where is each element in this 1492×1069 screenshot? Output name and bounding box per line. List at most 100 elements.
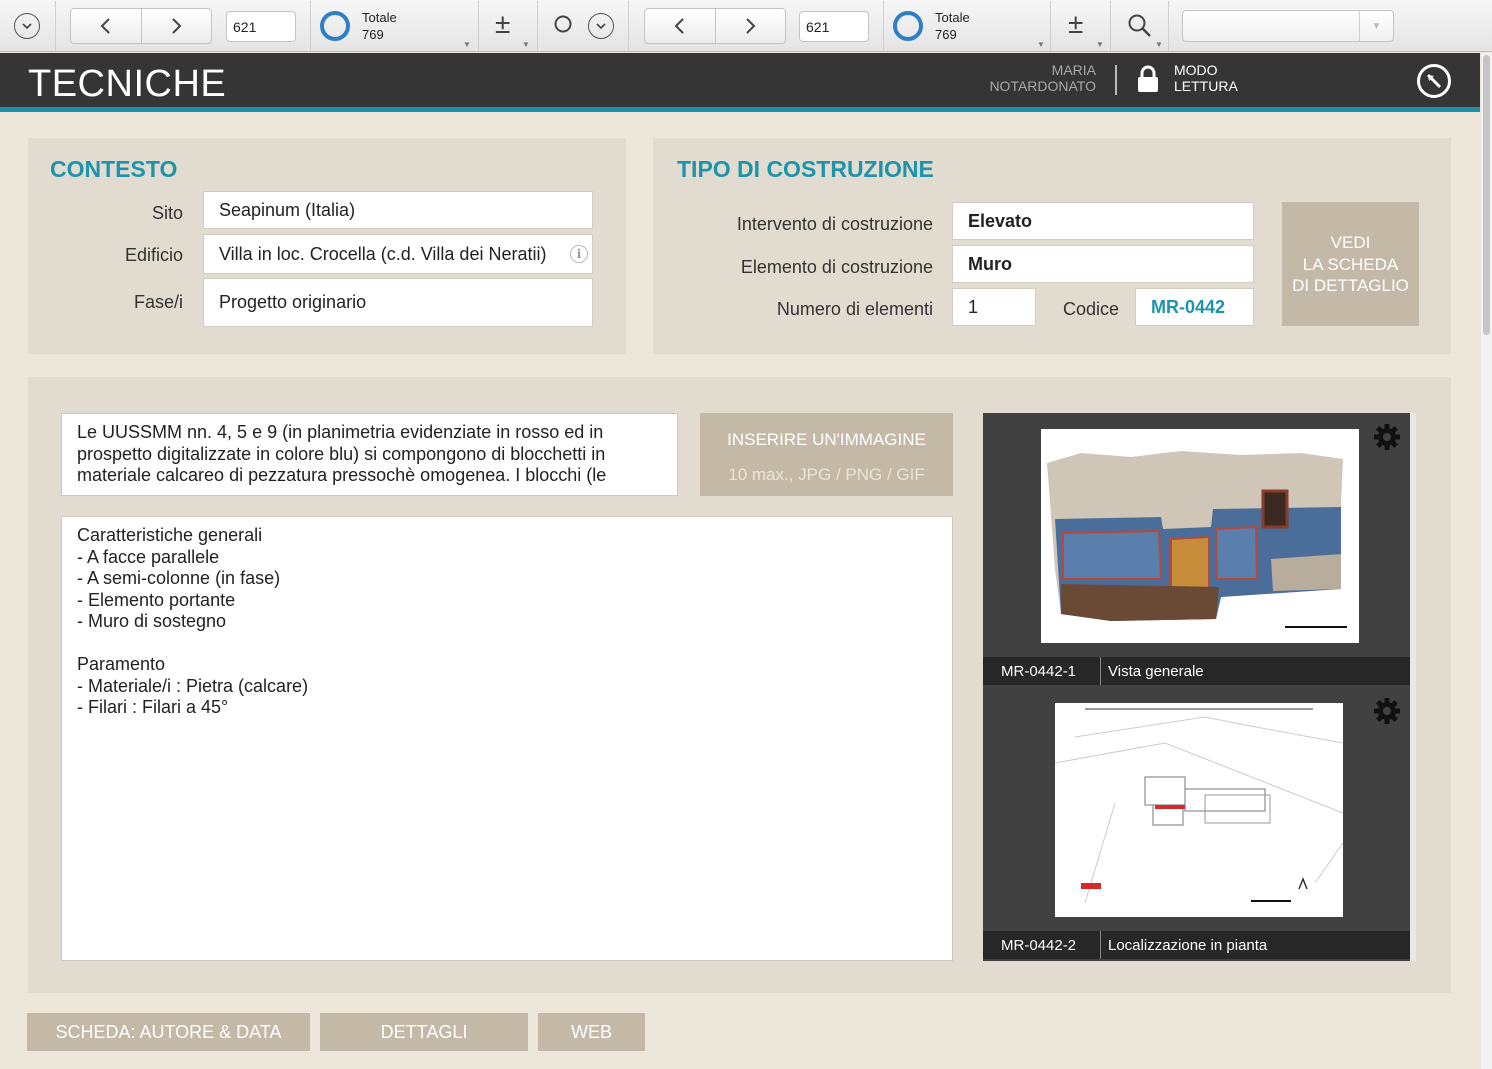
- caption-divider: [1100, 657, 1101, 685]
- image-caption-text: Localizzazione in pianta: [1108, 937, 1268, 954]
- caratteristiche-line: - A facce parallele: [77, 546, 220, 567]
- detail-button-line3: DI DETTAGLIO: [1292, 276, 1409, 295]
- elemento-field[interactable]: Muro: [952, 245, 1254, 283]
- numero-elementi-label: Numero di elementi: [776, 299, 933, 319]
- mode-line2: LETTURA: [1174, 78, 1238, 94]
- edificio-field[interactable]: Villa in loc. Crocella (c.d. Villa dei N…: [203, 234, 593, 274]
- descrizione-textarea[interactable]: Le UUSSMM nn. 4, 5 e 9 (in planimetria e…: [61, 413, 678, 496]
- sito-field[interactable]: Seapinum (Italia): [203, 191, 593, 229]
- next-record-button[interactable]: [140, 9, 212, 43]
- toolbar-divider: [310, 1, 311, 51]
- numero-elementi-field[interactable]: 1: [952, 288, 1036, 326]
- dropdown-arrow-icon[interactable]: ▼: [1155, 40, 1163, 49]
- contesto-title: CONTESTO: [50, 156, 178, 182]
- edificio-label: Edificio: [124, 245, 183, 265]
- intervento-field[interactable]: Elevato: [952, 202, 1254, 240]
- gear-icon[interactable]: [1372, 696, 1402, 726]
- page-scrollbar[interactable]: [1481, 53, 1492, 1069]
- scrollbar-thumb[interactable]: [1483, 55, 1490, 335]
- prev-record-button[interactable]: [645, 9, 715, 43]
- menu-circle-icon[interactable]: [588, 13, 614, 39]
- elemento-label: Elemento di costruzione: [740, 257, 933, 277]
- toolbar-divider: [537, 1, 538, 51]
- tipo-costruzione-panel: TIPO DI COSTRUZIONE Intervento di costru…: [653, 138, 1451, 354]
- image-code: MR-0442-1: [1001, 663, 1077, 680]
- gear-icon[interactable]: [1372, 422, 1402, 452]
- total-value: 769: [935, 27, 957, 42]
- descrizione-line: materiale calcareo di pezzatura pressoch…: [77, 465, 607, 485]
- user-name: MARIA NOTARDONATO: [960, 62, 1096, 94]
- filter-dropdown[interactable]: ▼: [1182, 10, 1394, 42]
- codice-field[interactable]: MR-0442: [1135, 288, 1254, 326]
- total-label: Totale: [362, 10, 397, 25]
- plus-minus-icon[interactable]: ±: [495, 8, 510, 40]
- caratteristiche-line: - Elemento portante: [77, 589, 236, 610]
- chevron-right-icon: [172, 18, 182, 34]
- insert-image-button[interactable]: INSERIRE UN'IMMAGINE 10 max., JPG / PNG …: [700, 413, 953, 496]
- read-mode-toggle[interactable]: MODO LETTURA: [1174, 62, 1238, 94]
- gallery-scrollbar[interactable]: [1410, 413, 1416, 961]
- image-caption-text: Vista generale: [1108, 663, 1204, 680]
- descrizione-line: Le UUSSMM nn. 4, 5 e 9 (in planimetria e…: [77, 422, 604, 442]
- page-title: TECNICHE: [28, 63, 227, 105]
- total-value: 769: [362, 27, 384, 42]
- lock-icon[interactable]: [1137, 65, 1159, 93]
- descrizione-line: prospetto digitalizzate in colore blu) s…: [77, 443, 606, 464]
- caratteristiche-textarea[interactable]: Caratteristiche generali - A facce paral…: [61, 516, 953, 961]
- codice-label: Codice: [1062, 299, 1119, 319]
- mode-line1: MODO: [1174, 62, 1218, 78]
- dropdown-arrow-icon[interactable]: ▼: [1037, 40, 1045, 49]
- image-caption: MR-0442-1 Vista generale: [983, 657, 1410, 685]
- total-label: Totale: [935, 10, 970, 25]
- search-icon[interactable]: [1127, 13, 1153, 44]
- header-accent-stripe: [0, 107, 1480, 112]
- vedi-scheda-dettaglio-button[interactable]: VEDI LA SCHEDA DI DETTAGLIO: [1282, 202, 1419, 326]
- dropdown-arrow-icon[interactable]: ▼: [463, 40, 471, 49]
- chevron-right-icon: [746, 18, 756, 34]
- contesto-panel: CONTESTO Sito Seapinum (Italia) Edificio…: [28, 138, 626, 354]
- menu-circle-icon[interactable]: [14, 13, 40, 39]
- progress-ring-icon: [320, 11, 350, 41]
- fase-label: Fase/i: [133, 292, 183, 312]
- caratteristiche-line: [77, 633, 937, 655]
- toolbar: 621 Totale 769 ▼ ± ▼ 621 Totale 769 ▼ ± …: [0, 0, 1492, 52]
- compass-icon[interactable]: [1417, 64, 1451, 98]
- toolbar-divider: [628, 1, 629, 51]
- progress-ring-icon: [893, 11, 923, 41]
- info-icon[interactable]: i: [570, 245, 588, 263]
- toolbar-divider: [1168, 1, 1169, 51]
- record-number-field[interactable]: 621: [226, 11, 296, 42]
- dettagli-button[interactable]: DETTAGLI: [320, 1013, 528, 1051]
- wall-elevation-image[interactable]: [1041, 429, 1359, 643]
- toolbar-divider: [1050, 1, 1051, 51]
- next-record-button[interactable]: [714, 9, 786, 43]
- user-last-name: NOTARDONATO: [989, 78, 1096, 94]
- fase-field[interactable]: Progetto originario: [203, 278, 593, 327]
- caratteristiche-line: - Muro di sostegno: [77, 611, 227, 631]
- caratteristiche-line: - Materiale/i : Pietra (calcare): [77, 675, 309, 696]
- intervento-label: Intervento di costruzione: [736, 214, 933, 234]
- image-code: MR-0442-2: [1001, 937, 1077, 954]
- image-caption: MR-0442-2 Localizzazione in pianta: [983, 931, 1410, 959]
- toolbar-divider: [478, 1, 479, 51]
- chevron-down-icon[interactable]: ▼: [1359, 11, 1393, 41]
- search-icon[interactable]: [553, 14, 573, 38]
- dropdown-arrow-icon[interactable]: ▼: [1096, 40, 1104, 49]
- plus-minus-icon[interactable]: ±: [1068, 8, 1083, 40]
- toolbar-divider: [883, 1, 884, 51]
- prev-record-button[interactable]: [71, 9, 141, 43]
- dropdown-arrow-icon[interactable]: ▼: [522, 40, 530, 49]
- record-nav-left: [70, 8, 212, 44]
- image-gallery: MR-0442-1 Vista generale MR-0442-2 Local…: [983, 413, 1410, 961]
- site-plan-image[interactable]: [1054, 703, 1344, 917]
- detail-button-line1: VEDI: [1330, 233, 1371, 252]
- user-first-name: MARIA: [1051, 62, 1096, 78]
- scheda-autore-data-button[interactable]: SCHEDA: AUTORE & DATA: [27, 1013, 310, 1051]
- web-button[interactable]: WEB: [538, 1013, 645, 1051]
- caratteristiche-line: Paramento: [77, 654, 166, 674]
- header-divider: [1115, 65, 1117, 95]
- sito-label: Sito: [151, 203, 183, 223]
- record-number-field[interactable]: 621: [799, 11, 869, 42]
- toolbar-divider: [1110, 1, 1111, 51]
- chevron-left-icon: [100, 18, 110, 34]
